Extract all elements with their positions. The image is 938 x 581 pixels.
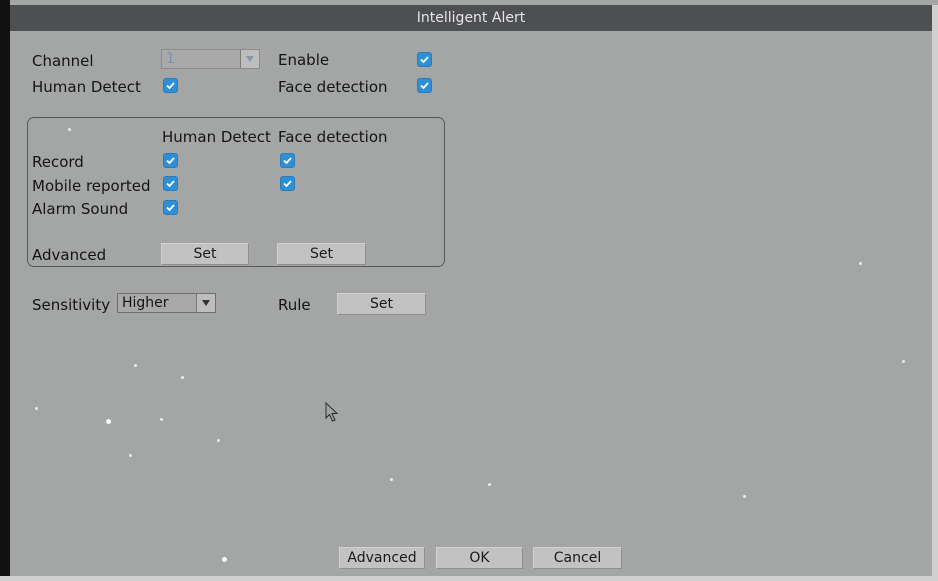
chevron-down-icon bbox=[196, 294, 215, 312]
mobile-reported-human-checkbox[interactable] bbox=[163, 176, 178, 191]
chevron-down-icon bbox=[240, 50, 259, 68]
mobile-reported-label: Mobile reported bbox=[32, 177, 151, 195]
rule-label: Rule bbox=[278, 296, 311, 314]
human-detect-checkbox[interactable] bbox=[163, 78, 178, 93]
channel-label: Channel bbox=[32, 52, 94, 70]
check-icon bbox=[166, 157, 175, 165]
check-icon bbox=[283, 180, 292, 188]
ok-button[interactable]: OK bbox=[436, 547, 523, 569]
screen-frame-bottom bbox=[0, 576, 938, 581]
window-title: Intelligent Alert bbox=[416, 10, 526, 26]
check-icon bbox=[283, 157, 292, 165]
channel-value: 1 bbox=[166, 51, 175, 67]
noise-dot bbox=[390, 478, 393, 481]
noise-dot bbox=[134, 364, 137, 367]
cancel-button[interactable]: Cancel bbox=[533, 547, 622, 569]
check-icon bbox=[420, 82, 429, 90]
mouse-pointer-icon bbox=[325, 402, 339, 422]
noise-dot bbox=[217, 439, 220, 442]
check-icon bbox=[166, 82, 175, 90]
noise-dot bbox=[859, 262, 862, 265]
noise-dot bbox=[160, 418, 163, 421]
check-icon bbox=[166, 204, 175, 212]
check-icon bbox=[166, 180, 175, 188]
enable-checkbox[interactable] bbox=[417, 52, 432, 67]
record-human-checkbox[interactable] bbox=[163, 153, 178, 168]
sensitivity-value: Higher bbox=[122, 295, 169, 311]
noise-dot bbox=[181, 376, 184, 379]
noise-dot bbox=[902, 360, 905, 363]
face-detection-label: Face detection bbox=[278, 78, 388, 96]
column-header-face-detection: Face detection bbox=[278, 128, 388, 146]
screen-frame-right bbox=[932, 5, 938, 576]
noise-dot bbox=[35, 407, 38, 410]
alarm-sound-human-checkbox[interactable] bbox=[163, 200, 178, 215]
noise-dot bbox=[129, 454, 132, 457]
face-detection-checkbox[interactable] bbox=[417, 78, 432, 93]
column-header-human-detect: Human Detect bbox=[162, 128, 271, 146]
alarm-sound-label: Alarm Sound bbox=[32, 200, 129, 218]
record-label: Record bbox=[32, 153, 84, 171]
human-detect-label: Human Detect bbox=[32, 78, 141, 96]
screen-frame-left bbox=[0, 0, 10, 581]
advanced-button[interactable]: Advanced bbox=[339, 547, 425, 569]
sensitivity-select[interactable]: Higher bbox=[117, 293, 216, 313]
noise-dot bbox=[743, 495, 746, 498]
window-titlebar: Intelligent Alert bbox=[10, 5, 932, 31]
mobile-reported-face-checkbox[interactable] bbox=[280, 176, 295, 191]
channel-select[interactable]: 1 bbox=[161, 49, 260, 69]
sensitivity-label: Sensitivity bbox=[32, 296, 111, 314]
noise-dot bbox=[106, 419, 111, 424]
noise-dot bbox=[68, 128, 71, 131]
enable-label: Enable bbox=[278, 51, 330, 69]
record-face-checkbox[interactable] bbox=[280, 153, 295, 168]
noise-dot bbox=[488, 483, 491, 486]
check-icon bbox=[420, 56, 429, 64]
advanced-label: Advanced bbox=[32, 246, 107, 264]
face-detection-set-button[interactable]: Set bbox=[277, 243, 366, 265]
rule-set-button[interactable]: Set bbox=[337, 293, 426, 315]
noise-dot bbox=[222, 557, 227, 562]
human-detect-set-button[interactable]: Set bbox=[161, 243, 249, 265]
